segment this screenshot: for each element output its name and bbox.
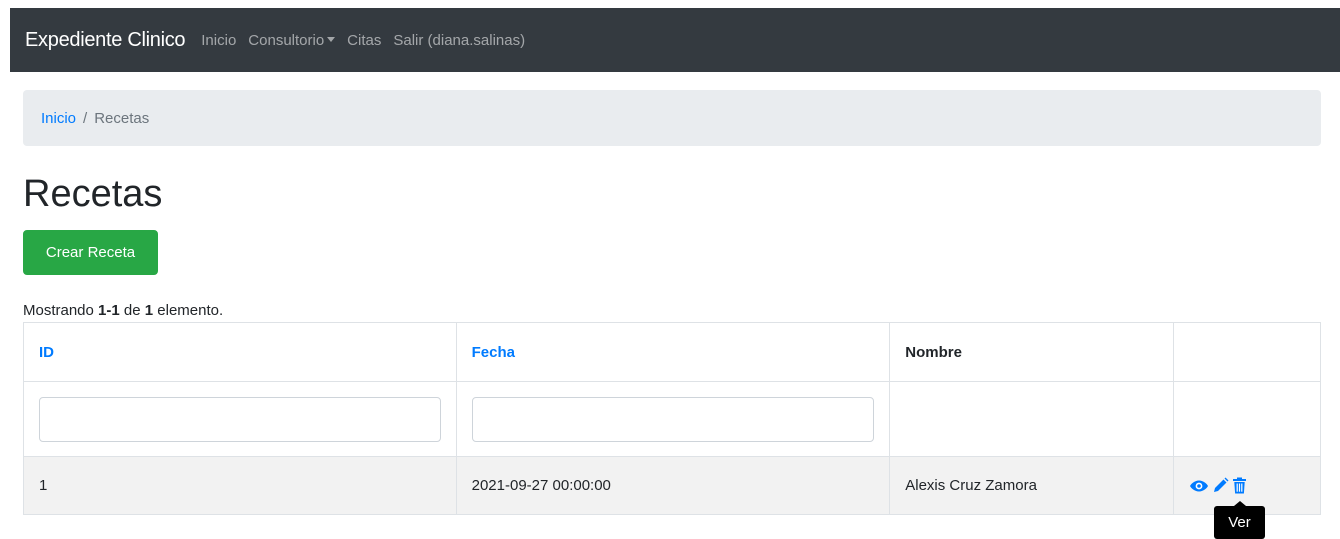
cell-nombre: Alexis Cruz Zamora — [889, 456, 1175, 515]
pencil-icon[interactable] — [1212, 477, 1229, 494]
caret-down-icon — [327, 37, 336, 43]
filter-cell-empty — [1173, 381, 1321, 457]
column-header-actions — [1173, 322, 1321, 382]
sort-by-id-link[interactable]: ID — [39, 344, 54, 361]
nav-links: Inicio Consultorio Citas Salir (diana.sa… — [201, 32, 537, 49]
table-row: 1 2021-09-27 00:00:00 Alexis Cruz Zamora — [23, 456, 1321, 515]
fecha-filter-input[interactable] — [471, 396, 875, 442]
nav-link-citas[interactable]: Citas — [347, 32, 381, 49]
breadcrumb-separator: / — [83, 109, 88, 127]
column-header-id: ID — [23, 322, 457, 382]
summary-range: 1-1 — [98, 302, 120, 319]
column-header-nombre: Nombre — [889, 322, 1175, 382]
cell-id: 1 — [23, 456, 457, 515]
page-title: Recetas — [23, 173, 163, 215]
filter-cell-empty — [889, 381, 1175, 457]
create-recipe-button[interactable]: Crear Receta — [23, 230, 158, 275]
column-header-fecha: Fecha — [455, 322, 891, 382]
top-navbar: Expediente Clinico Inicio Consultorio Ci… — [10, 8, 1340, 72]
breadcrumb: Inicio / Recetas — [23, 90, 1321, 146]
table-header-row: ID Fecha Nombre — [23, 322, 1321, 382]
breadcrumb-current: Recetas — [94, 109, 150, 127]
nav-link-inicio[interactable]: Inicio — [201, 32, 236, 49]
row-actions — [1189, 477, 1305, 494]
recipes-table: ID Fecha Nombre 1 2021-09-27 00:00:00 Al… — [23, 322, 1321, 515]
nav-dropdown-consultorio[interactable]: Consultorio — [248, 31, 336, 49]
summary-middle: de — [119, 302, 145, 319]
trash-icon[interactable] — [1232, 477, 1247, 494]
nav-dropdown-label: Consultorio — [248, 31, 325, 49]
eye-icon[interactable] — [1189, 478, 1209, 494]
cell-fecha: 2021-09-27 00:00:00 — [455, 456, 891, 515]
grid-summary: Mostrando 1-1 de 1 elemento. — [23, 302, 223, 319]
sort-by-fecha-link[interactable]: Fecha — [472, 344, 515, 361]
nav-link-logout[interactable]: Salir (diana.salinas) — [393, 32, 525, 49]
filter-cell-fecha — [455, 381, 891, 457]
view-tooltip: Ver — [1214, 506, 1265, 539]
summary-total: 1 — [144, 302, 154, 319]
id-filter-input[interactable] — [39, 396, 441, 442]
filter-cell-id — [23, 381, 457, 457]
filter-row — [23, 381, 1321, 457]
summary-prefix: Mostrando — [23, 302, 99, 319]
breadcrumb-home-link[interactable]: Inicio — [41, 110, 76, 127]
summary-suffix: elemento. — [153, 302, 224, 319]
navbar-brand[interactable]: Expediente Clinico — [25, 29, 186, 52]
